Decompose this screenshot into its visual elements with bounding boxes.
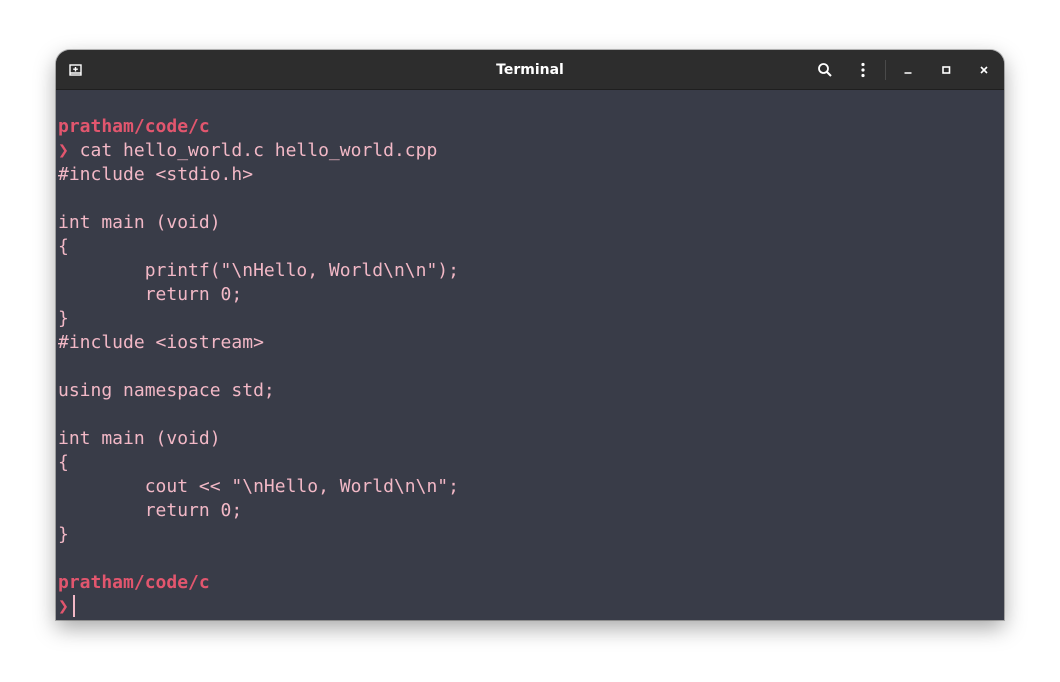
prompt-path: pratham/code/c: [58, 572, 210, 593]
text-cursor: [72, 595, 75, 617]
output-line: int main (void): [58, 428, 221, 449]
command-line: ❯ cat hello_world.c hello_world.cpp: [58, 139, 1004, 163]
minimize-icon: [904, 72, 912, 74]
output-line: return 0;: [58, 500, 243, 521]
command-output: #include <stdio.h> int main (void) { print…: [58, 163, 1004, 571]
terminal-output[interactable]: pratham/code/c ❯ cat hello_world.c hello…: [58, 115, 1004, 619]
prompt-line: pratham/code/c: [58, 571, 1004, 595]
output-line: {: [58, 236, 69, 257]
maximize-icon: [942, 66, 951, 74]
prompt-chevron: ❯: [58, 140, 69, 161]
output-line: }: [58, 308, 69, 329]
output-line: cout << "\nHello, World\n\n";: [58, 476, 459, 497]
output-line: #include <iostream>: [58, 332, 264, 353]
titlebar-separator: [885, 60, 886, 80]
output-line: }: [58, 524, 69, 545]
output-line: printf("\nHello, World\n\n");: [58, 260, 459, 281]
command-text: cat hello_world.c hello_world.cpp: [68, 140, 438, 161]
output-line: {: [58, 452, 69, 473]
close-icon: [980, 66, 988, 74]
minimize-button[interactable]: [896, 58, 920, 82]
close-button[interactable]: [972, 58, 996, 82]
menu-icon: [861, 62, 865, 78]
search-icon: [818, 63, 832, 77]
terminal-window: Terminal pratham/code/c ❯ cat hello_worl…: [56, 50, 1004, 620]
prompt-path: pratham/code/c: [58, 116, 210, 137]
maximize-button[interactable]: [934, 58, 958, 82]
output-line: #include <stdio.h>: [58, 164, 254, 185]
output-line: int main (void): [58, 212, 221, 233]
output-line: using namespace std;: [58, 380, 275, 401]
search-button[interactable]: [813, 58, 837, 82]
prompt-line: pratham/code/c: [58, 115, 1004, 139]
menu-button[interactable]: [851, 58, 875, 82]
titlebar: Terminal: [56, 50, 1004, 90]
prompt-chevron: ❯: [58, 596, 69, 617]
output-line: return 0;: [58, 284, 243, 305]
input-line[interactable]: ❯: [58, 595, 1004, 619]
